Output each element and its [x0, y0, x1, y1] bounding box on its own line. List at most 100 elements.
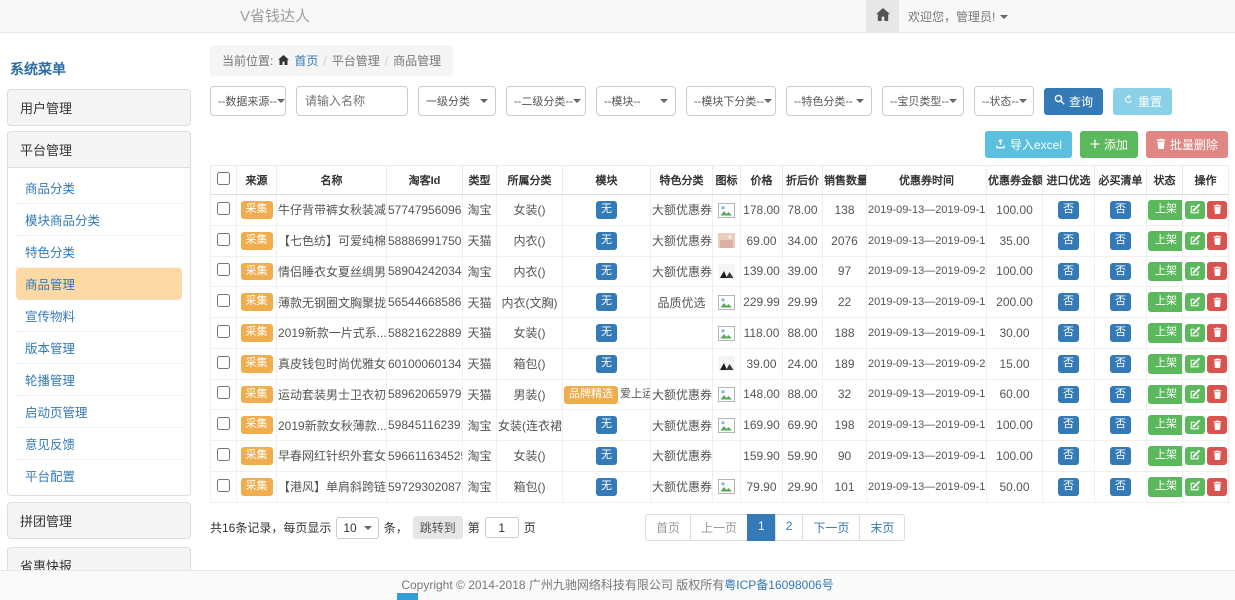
import-select-toggle[interactable]: 否	[1058, 355, 1079, 373]
delete-button[interactable]	[1207, 201, 1227, 219]
page-下一页[interactable]: 下一页	[802, 514, 860, 541]
edit-button[interactable]	[1185, 385, 1205, 403]
feature-category-select[interactable]: --特色分类--	[786, 86, 872, 116]
sidebar-item-意见反馈[interactable]: 意见反馈	[16, 428, 182, 460]
sidebar-item-宣传物料[interactable]: 宣传物料	[16, 300, 182, 332]
row-checkbox[interactable]	[217, 325, 230, 338]
status-toggle[interactable]: 上架	[1148, 262, 1183, 282]
must-buy-toggle[interactable]: 否	[1110, 355, 1131, 373]
import-select-toggle[interactable]: 否	[1058, 386, 1079, 404]
sidebar-item-商品分类[interactable]: 商品分类	[16, 172, 182, 204]
status-select[interactable]: --状态--	[974, 86, 1034, 116]
status-toggle[interactable]: 上架	[1148, 354, 1183, 374]
delete-button[interactable]	[1207, 416, 1227, 434]
edit-button[interactable]	[1185, 262, 1205, 280]
delete-button[interactable]	[1207, 293, 1227, 311]
status-toggle[interactable]: 上架	[1148, 200, 1183, 220]
import-select-toggle[interactable]: 否	[1058, 478, 1079, 496]
page-number-input[interactable]	[485, 517, 519, 538]
sidebar-item-启动页管理[interactable]: 启动页管理	[16, 396, 182, 428]
sidebar-item-平台配置[interactable]: 平台配置	[16, 460, 182, 491]
row-checkbox[interactable]	[217, 479, 230, 492]
delete-button[interactable]	[1207, 262, 1227, 280]
module-subcategory-select[interactable]: --模块下分类--	[686, 86, 776, 116]
import-select-toggle[interactable]: 否	[1058, 263, 1079, 281]
import-select-toggle[interactable]: 否	[1058, 201, 1079, 219]
import-select-toggle[interactable]: 否	[1058, 232, 1079, 250]
row-checkbox[interactable]	[217, 448, 230, 461]
row-checkbox[interactable]	[217, 386, 230, 399]
import-select-toggle[interactable]: 否	[1058, 447, 1079, 465]
sidebar-section-省惠快报[interactable]: 省惠快报	[7, 547, 191, 570]
page-1[interactable]: 1	[747, 514, 776, 541]
sidebar-item-模块商品分类[interactable]: 模块商品分类	[16, 204, 182, 236]
reset-button[interactable]: 重置	[1113, 88, 1172, 115]
status-toggle[interactable]: 上架	[1148, 415, 1183, 435]
sidebar-item-版本管理[interactable]: 版本管理	[16, 332, 182, 364]
edit-button[interactable]	[1185, 478, 1205, 496]
delete-button[interactable]	[1207, 232, 1227, 250]
user-menu[interactable]: 欢迎您，管理员!	[908, 0, 1008, 33]
status-toggle[interactable]: 上架	[1148, 446, 1183, 466]
page-2[interactable]: 2	[775, 514, 804, 541]
must-buy-toggle[interactable]: 否	[1110, 447, 1131, 465]
delete-button[interactable]	[1207, 355, 1227, 373]
import-select-toggle[interactable]: 否	[1058, 416, 1079, 434]
row-checkbox[interactable]	[217, 356, 230, 369]
sidebar-section-platform-management[interactable]: 平台管理	[7, 131, 191, 168]
level2-category-select[interactable]: --二级分类--	[506, 86, 586, 116]
status-toggle[interactable]: 上架	[1148, 385, 1183, 405]
delete-button[interactable]	[1207, 478, 1227, 496]
edit-button[interactable]	[1185, 447, 1205, 465]
data-source-select[interactable]: --数据来源--	[210, 86, 286, 116]
delete-button[interactable]	[1207, 447, 1227, 465]
item-type-select[interactable]: --宝贝类型--	[882, 86, 964, 116]
sidebar-item-特色分类[interactable]: 特色分类	[16, 236, 182, 268]
must-buy-toggle[interactable]: 否	[1110, 201, 1131, 219]
edit-button[interactable]	[1185, 293, 1205, 311]
must-buy-toggle[interactable]: 否	[1110, 478, 1131, 496]
batch-delete-button[interactable]: 批量删除	[1146, 131, 1228, 158]
must-buy-toggle[interactable]: 否	[1110, 263, 1131, 281]
sidebar-section-user-management[interactable]: 用户管理	[7, 89, 191, 126]
status-toggle[interactable]: 上架	[1148, 231, 1183, 251]
status-toggle[interactable]: 上架	[1148, 477, 1183, 497]
delete-button[interactable]	[1207, 324, 1227, 342]
status-toggle[interactable]: 上架	[1148, 323, 1183, 343]
breadcrumb-home-link[interactable]: 首页	[294, 52, 318, 69]
jump-button[interactable]: 跳转到	[413, 516, 463, 539]
select-all-checkbox[interactable]	[217, 172, 230, 185]
delete-button[interactable]	[1207, 385, 1227, 403]
per-page-select[interactable]: 10	[336, 517, 378, 539]
must-buy-toggle[interactable]: 否	[1110, 232, 1131, 250]
edit-button[interactable]	[1185, 201, 1205, 219]
module-select[interactable]: --模块--	[596, 86, 676, 116]
page-首页[interactable]: 首页	[645, 514, 691, 541]
row-checkbox[interactable]	[217, 233, 230, 246]
row-checkbox[interactable]	[217, 417, 230, 430]
must-buy-toggle[interactable]: 否	[1110, 293, 1131, 311]
product-name-input[interactable]	[296, 86, 408, 116]
import-select-toggle[interactable]: 否	[1058, 293, 1079, 311]
query-button[interactable]: 查询	[1044, 88, 1103, 115]
edit-button[interactable]	[1185, 232, 1205, 250]
row-checkbox[interactable]	[217, 263, 230, 276]
status-toggle[interactable]: 上架	[1148, 292, 1183, 312]
edit-button[interactable]	[1185, 416, 1205, 434]
sidebar-item-轮播管理[interactable]: 轮播管理	[16, 364, 182, 396]
edit-button[interactable]	[1185, 355, 1205, 373]
must-buy-toggle[interactable]: 否	[1110, 416, 1131, 434]
import-select-toggle[interactable]: 否	[1058, 324, 1079, 342]
icp-link[interactable]: 粤ICP备16098006号	[724, 578, 833, 592]
row-checkbox[interactable]	[217, 294, 230, 307]
row-checkbox[interactable]	[217, 202, 230, 215]
sidebar-section-拼团管理[interactable]: 拼团管理	[7, 502, 191, 539]
level1-category-select[interactable]: 一级分类	[418, 86, 496, 116]
must-buy-toggle[interactable]: 否	[1110, 324, 1131, 342]
edit-button[interactable]	[1185, 324, 1205, 342]
import-excel-button[interactable]: 导入excel	[985, 131, 1072, 158]
page-末页[interactable]: 末页	[859, 514, 905, 541]
home-button[interactable]	[866, 0, 899, 32]
must-buy-toggle[interactable]: 否	[1110, 386, 1131, 404]
page-上一页[interactable]: 上一页	[690, 514, 748, 541]
